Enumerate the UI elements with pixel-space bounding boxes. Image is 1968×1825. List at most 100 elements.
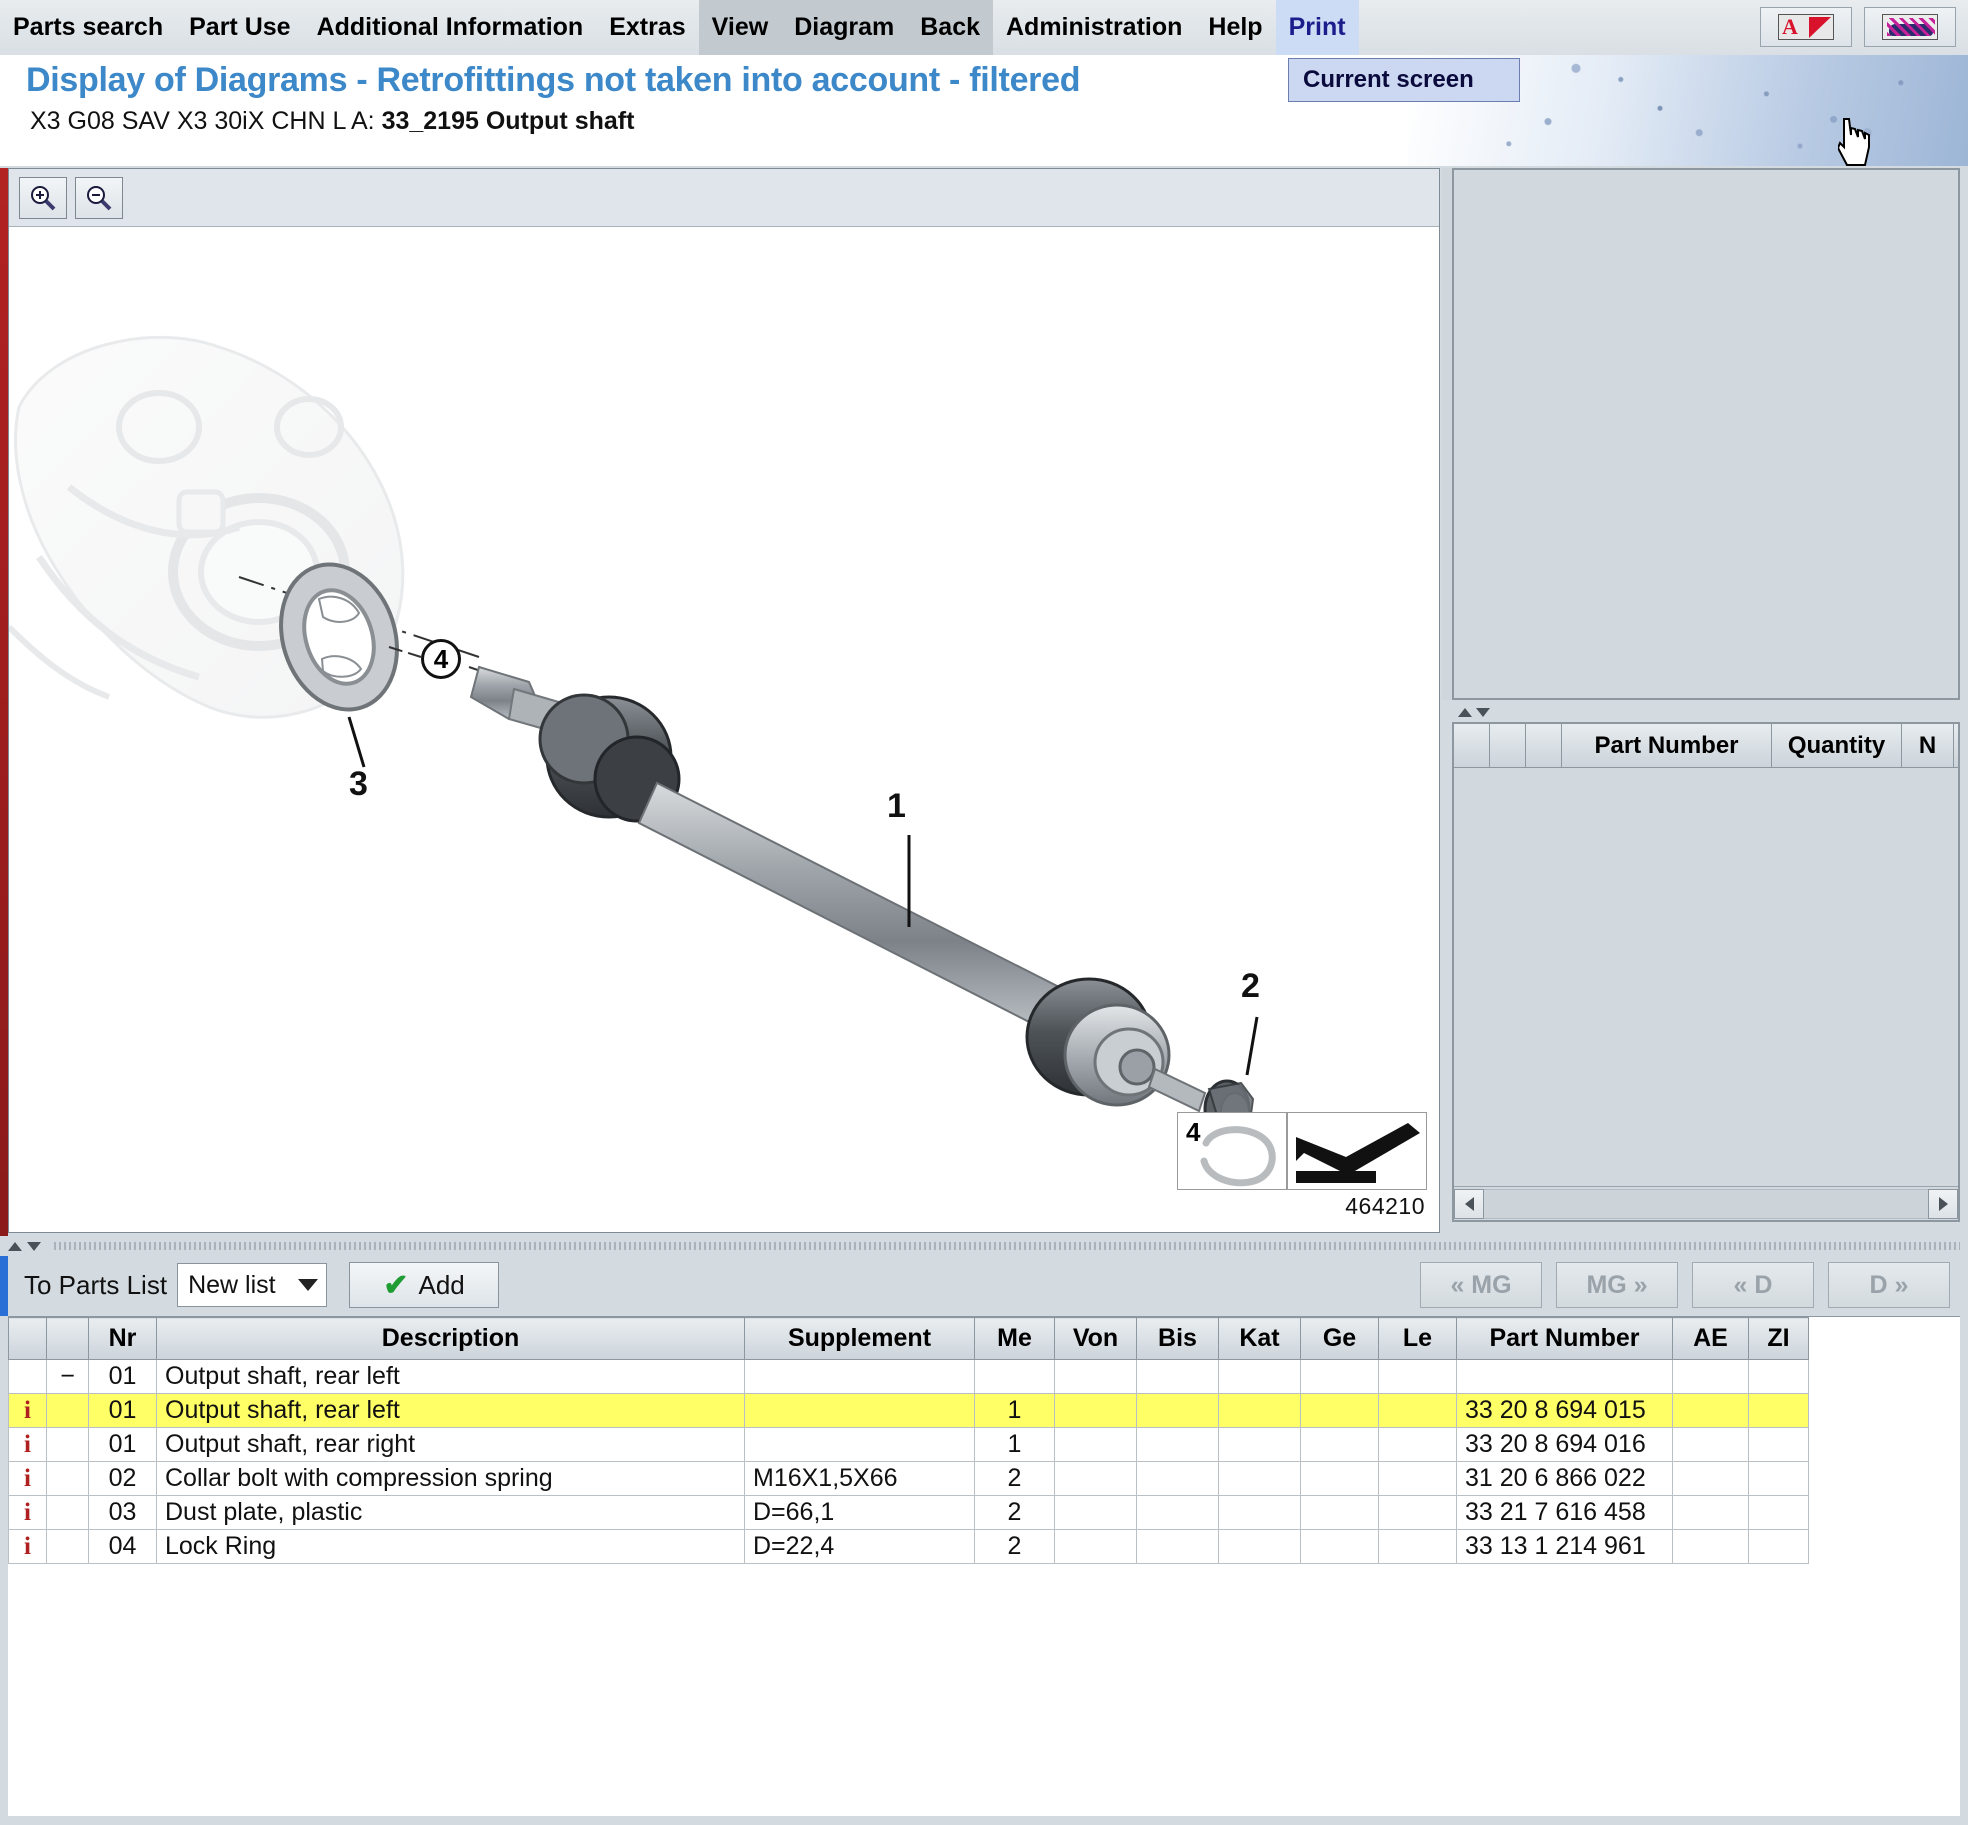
info-icon[interactable]: i	[8, 1495, 47, 1530]
main-horizontal-splitter[interactable]	[0, 1236, 1968, 1256]
zoom-in-icon	[31, 185, 56, 210]
cell-le	[1378, 1427, 1457, 1462]
add-button[interactable]: ✔ Add	[349, 1262, 500, 1308]
menu-item-back[interactable]: Back	[907, 0, 993, 55]
cell-ge	[1300, 1495, 1379, 1530]
table-row[interactable]: i 01 Output shaft, rear left 1 33 20 8 694 0…	[8, 1393, 1809, 1428]
cell-me: 2	[974, 1461, 1055, 1496]
parts-col-supplement[interactable]: Supplement	[744, 1317, 975, 1360]
parts-col-le[interactable]: Le	[1378, 1317, 1457, 1360]
info-icon[interactable]: i	[8, 1393, 47, 1428]
cell-part_number: 33 21 7 616 458	[1456, 1495, 1673, 1530]
car-logo-button[interactable]	[1864, 7, 1956, 47]
diagram-canvas[interactable]: 1 2 3 4 4 464210	[9, 227, 1439, 1232]
right-top-panel[interactable]	[1452, 168, 1960, 700]
cell-description: Output shaft, rear left	[156, 1359, 745, 1394]
menu-item-part-use[interactable]: Part Use	[176, 0, 303, 55]
parts-col-me[interactable]: Me	[974, 1317, 1055, 1360]
zoom-out-button[interactable]	[75, 176, 123, 219]
right-table-col-blank2[interactable]	[1526, 724, 1562, 767]
parts-col-nr[interactable]: Nr	[88, 1317, 157, 1360]
menu-item-diagram[interactable]: Diagram	[781, 0, 908, 55]
parts-col-kat[interactable]: Kat	[1218, 1317, 1301, 1360]
info-icon[interactable]: i	[8, 1461, 47, 1496]
menu-item-parts-search[interactable]: Parts search	[0, 0, 176, 55]
cell-me: 1	[974, 1427, 1055, 1462]
expander-toggle[interactable]: −	[46, 1359, 89, 1394]
right-table-hscrollbar[interactable]	[1454, 1186, 1958, 1220]
chevron-down-icon	[298, 1279, 319, 1291]
assembly-arrow-icon	[1296, 1123, 1420, 1183]
cell-description: Dust plate, plastic	[156, 1495, 745, 1530]
table-row[interactable]: −01 Output shaft, rear left	[8, 1359, 1809, 1394]
cell-von	[1054, 1359, 1137, 1394]
right-table-col-n[interactable]: N	[1902, 724, 1954, 767]
cell-nr: 02	[88, 1461, 157, 1496]
menu-item-administration[interactable]: Administration	[993, 0, 1195, 55]
parts-col-description[interactable]: Description	[156, 1317, 745, 1360]
main-splitter-down-icon[interactable]	[27, 1241, 41, 1251]
cell-ge	[1300, 1359, 1379, 1394]
cell-ae	[1672, 1495, 1749, 1530]
cell-icon	[8, 1359, 47, 1394]
right-table-col-quantity[interactable]: Quantity	[1772, 724, 1902, 767]
cell-me: 2	[974, 1495, 1055, 1530]
application-window: Parts search Part Use Additional Informati…	[0, 0, 1968, 1825]
menu-item-view[interactable]: View	[698, 0, 782, 55]
cell-supplement	[744, 1359, 975, 1394]
table-row[interactable]: i 02 Collar bolt with compression spring M1…	[8, 1461, 1809, 1496]
splitter-down-icon[interactable]	[1476, 707, 1490, 717]
legend-item-number: 4	[1186, 1117, 1201, 1147]
scroll-right-button[interactable]	[1928, 1188, 1958, 1219]
menu-item-extras[interactable]: Extras	[596, 0, 698, 55]
main-splitter-up-icon[interactable]	[8, 1241, 22, 1251]
menu-bar: Parts search Part Use Additional Informati…	[0, 0, 1968, 55]
menu-item-help[interactable]: Help	[1195, 0, 1275, 55]
menu-toolbar-icons	[1760, 7, 1968, 47]
splitter-grip[interactable]	[54, 1242, 1960, 1250]
aos-logo-button[interactable]	[1760, 7, 1852, 47]
right-table-col-blank1[interactable]	[1490, 724, 1526, 767]
right-panel-splitter[interactable]	[1452, 702, 1960, 722]
nav-button-1: MG »	[1556, 1262, 1678, 1308]
parts-col-icon[interactable]	[8, 1317, 47, 1360]
callout-label-1: 1	[887, 787, 906, 825]
table-row[interactable]: i 04 Lock Ring D=22,4 2 33 13 1 214 961	[8, 1529, 1809, 1564]
right-table-body[interactable]	[1454, 768, 1958, 1156]
print-dropdown-menu[interactable]: Current screen	[1288, 58, 1520, 102]
menu-item-current-screen[interactable]: Current screen	[1289, 59, 1519, 101]
scroll-track[interactable]	[1484, 1188, 1928, 1219]
info-icon[interactable]: i	[8, 1427, 47, 1462]
parts-col-bis[interactable]: Bis	[1136, 1317, 1219, 1360]
parts-col-part_number[interactable]: Part Number	[1456, 1317, 1673, 1360]
table-row[interactable]: i 01 Output shaft, rear right 1 33 20 8 694 …	[8, 1427, 1809, 1462]
parts-list-select[interactable]: New list	[177, 1263, 328, 1307]
menu-items-container: Parts search Part Use Additional Informati…	[0, 0, 1359, 55]
parts-col-ge[interactable]: Ge	[1300, 1317, 1379, 1360]
splitter-up-icon[interactable]	[1458, 707, 1472, 717]
menu-item-additional-information[interactable]: Additional Information	[304, 0, 597, 55]
cell-bis	[1136, 1529, 1219, 1564]
right-table-col-part-number[interactable]: Part Number	[1562, 724, 1772, 767]
scroll-left-button[interactable]	[1454, 1188, 1484, 1219]
menu-item-print[interactable]: Print	[1275, 0, 1359, 55]
parts-table-container[interactable]: Nr Description Supplement Me Von Bis Kat Ge Le Pa…	[8, 1316, 1960, 1816]
cell-supplement	[744, 1427, 975, 1462]
cell-kat	[1218, 1495, 1301, 1530]
right-table-col-blank0[interactable]	[1454, 724, 1490, 767]
diagram-id-label: 464210	[1345, 1193, 1425, 1219]
parts-col-ae[interactable]: AE	[1672, 1317, 1749, 1360]
cell-le	[1378, 1359, 1457, 1394]
zoom-in-button[interactable]	[19, 176, 67, 219]
to-parts-list-label: To Parts List	[24, 1269, 168, 1300]
parts-col-zi[interactable]: ZI	[1748, 1317, 1809, 1360]
cell-bis	[1136, 1427, 1219, 1462]
info-icon[interactable]: i	[8, 1529, 47, 1564]
chevron-left-icon	[1464, 1196, 1474, 1211]
legend-lock-ring-cell: 4	[1177, 1112, 1287, 1190]
parts-col-von[interactable]: Von	[1054, 1317, 1137, 1360]
table-row[interactable]: i 03 Dust plate, plastic D=66,1 2 33 21 7 616…	[8, 1495, 1809, 1530]
cell-ge	[1300, 1427, 1379, 1462]
parts-col-exp[interactable]	[46, 1317, 89, 1360]
nav-button-3: D »	[1828, 1262, 1950, 1308]
